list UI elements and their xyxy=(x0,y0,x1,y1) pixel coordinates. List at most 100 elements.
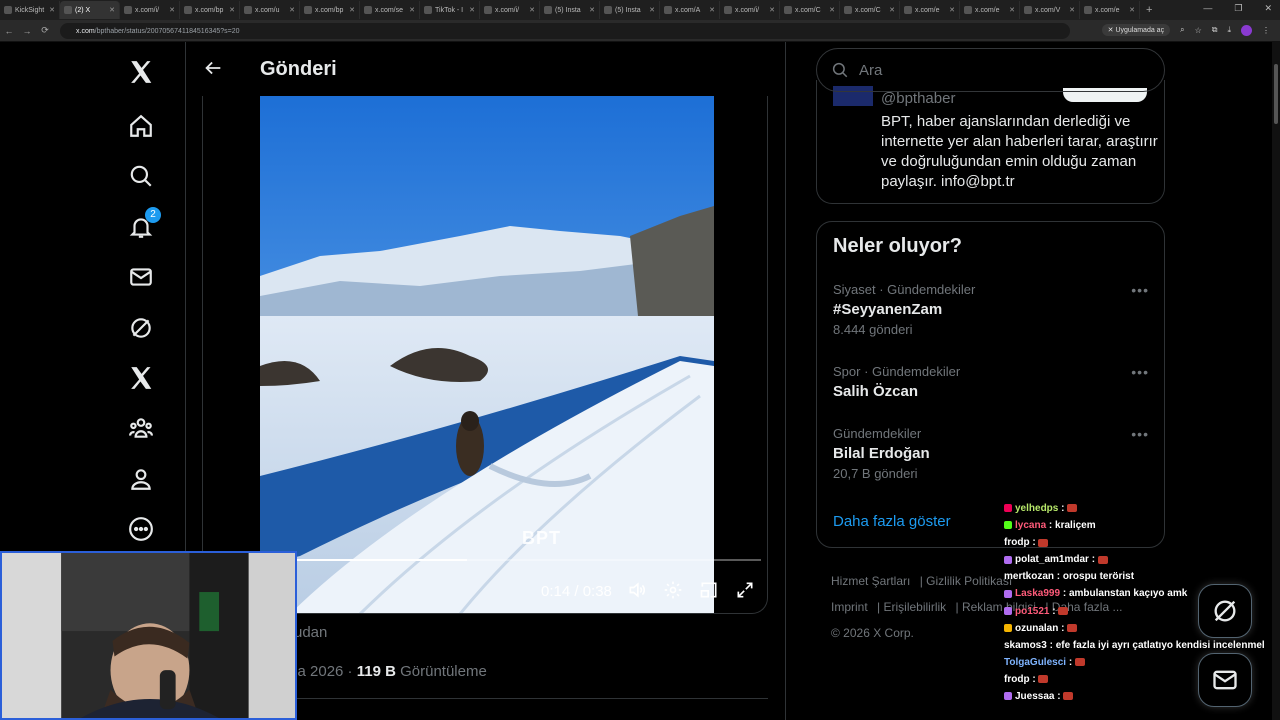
browser-tab[interactable]: x.com/C ✕ xyxy=(840,1,900,19)
home-icon[interactable] xyxy=(127,112,155,140)
trend-more-icon[interactable]: ••• xyxy=(1131,364,1149,380)
search-box[interactable] xyxy=(816,48,1165,92)
footer-link[interactable]: Imprint xyxy=(831,600,868,614)
browser-tab[interactable]: x.com/u ✕ xyxy=(240,1,300,19)
trend-item[interactable]: Gündemdekiler Bilal Erdoğan 20,7 B gönde… xyxy=(833,426,1149,481)
x-logo-icon[interactable] xyxy=(127,58,155,86)
tab-close-icon[interactable]: ✕ xyxy=(349,6,355,14)
page-scrollbar[interactable] xyxy=(1272,42,1280,720)
notifications-bell-icon[interactable]: 2 xyxy=(127,207,161,241)
browser-tab[interactable]: x.com/e ✕ xyxy=(1080,1,1140,19)
browser-tab[interactable]: x.com/bp ✕ xyxy=(180,1,240,19)
video-container[interactable]: BPT 0:14 / 0:38 xyxy=(202,96,768,614)
trend-item[interactable]: Siyaset · Gündemdekiler #SeyyanenZam 8.4… xyxy=(833,282,1149,337)
zoom-icon[interactable]: ⌕ xyxy=(1180,25,1184,35)
tab-close-icon[interactable]: ✕ xyxy=(889,6,895,14)
browser-tab[interactable]: x.com/bp ✕ xyxy=(300,1,360,19)
browser-tab[interactable]: TikTok - I ✕ xyxy=(420,1,480,19)
browser-tab[interactable]: (2) X ✕ xyxy=(60,1,120,19)
footer-link[interactable]: Gizlilik Politikası xyxy=(926,574,1012,588)
tab-close-icon[interactable]: ✕ xyxy=(1009,6,1015,14)
video-player[interactable]: BPT xyxy=(260,96,714,613)
explore-search-icon[interactable] xyxy=(127,162,155,190)
chat-username[interactable]: Laska999 xyxy=(1015,588,1060,599)
chat-username[interactable]: ozunalan xyxy=(1015,623,1058,634)
browser-tab[interactable]: x.com/i/ ✕ xyxy=(120,1,180,19)
chat-username[interactable]: lycana xyxy=(1015,520,1046,531)
search-input[interactable] xyxy=(859,61,1139,79)
browser-tab[interactable]: x.com/V ✕ xyxy=(1020,1,1080,19)
tab-close-icon[interactable]: ✕ xyxy=(409,6,415,14)
url-input[interactable]: x.com/bpthaber/status/200705674118451634… xyxy=(60,23,1070,39)
reload-icon[interactable]: ⟳ xyxy=(36,25,54,36)
tab-close-icon[interactable]: ✕ xyxy=(649,6,655,14)
tab-close-icon[interactable]: ✕ xyxy=(1069,6,1075,14)
new-tab-button[interactable]: + xyxy=(1146,4,1152,16)
forward-nav-icon[interactable]: → xyxy=(18,26,36,36)
video-progress-bar[interactable] xyxy=(295,559,761,561)
tab-close-icon[interactable]: ✕ xyxy=(229,6,235,14)
tab-close-icon[interactable]: ✕ xyxy=(589,6,595,14)
trend-item[interactable]: Spor · Gündemdekiler Salih Özcan ••• xyxy=(833,364,1149,400)
profile-person-icon[interactable] xyxy=(127,465,155,493)
bookmark-star-icon[interactable]: ☆ xyxy=(1195,26,1202,35)
footer-link[interactable]: Hizmet Şartları xyxy=(831,574,910,588)
chat-username[interactable]: frodp xyxy=(1004,674,1030,685)
chat-username[interactable]: yelhedps xyxy=(1015,503,1058,514)
fullscreen-icon[interactable] xyxy=(735,580,757,602)
open-in-app-button[interactable]: ✕ Uygulamada aç xyxy=(1101,24,1171,36)
minimize-icon[interactable]: — xyxy=(1203,3,1212,14)
browser-tab[interactable]: x.com/e ✕ xyxy=(960,1,1020,19)
browser-tab[interactable]: x.com/A ✕ xyxy=(660,1,720,19)
show-more-link[interactable]: Daha fazla göster xyxy=(833,513,951,530)
tab-close-icon[interactable]: ✕ xyxy=(709,6,715,14)
chat-username[interactable]: polat_am1mdar xyxy=(1015,554,1089,565)
download-icon[interactable]: ⤓ xyxy=(1227,25,1231,35)
tab-close-icon[interactable]: ✕ xyxy=(469,6,475,14)
tab-close-icon[interactable]: ✕ xyxy=(829,6,835,14)
back-arrow-icon[interactable] xyxy=(202,57,226,81)
tab-close-icon[interactable]: ✕ xyxy=(529,6,535,14)
browser-tab[interactable]: x.com/se ✕ xyxy=(360,1,420,19)
extensions-icon[interactable]: ⧉ xyxy=(1212,25,1218,35)
chat-username[interactable]: mertkozan xyxy=(1004,571,1054,582)
tab-close-icon[interactable]: ✕ xyxy=(769,6,775,14)
grok-floating-button[interactable] xyxy=(1198,584,1252,638)
tab-close-icon[interactable]: ✕ xyxy=(169,6,175,14)
messages-envelope-icon[interactable] xyxy=(127,263,155,291)
trend-more-icon[interactable]: ••• xyxy=(1131,282,1149,298)
volume-icon[interactable] xyxy=(627,580,649,602)
browser-tab[interactable]: x.com/e ✕ xyxy=(900,1,960,19)
chat-username[interactable]: skamos3 xyxy=(1004,640,1047,651)
communities-icon[interactable] xyxy=(127,414,155,442)
browser-menu-icon[interactable]: ⋮ xyxy=(1262,26,1270,35)
close-window-icon[interactable]: ✕ xyxy=(1264,3,1272,14)
premium-x-icon[interactable] xyxy=(127,364,155,392)
profile-avatar[interactable] xyxy=(1241,24,1252,36)
restore-icon[interactable]: ❐ xyxy=(1234,3,1242,14)
trend-more-icon[interactable]: ••• xyxy=(1131,426,1149,442)
chat-username[interactable]: frodp xyxy=(1004,537,1030,548)
browser-tab[interactable]: (5) Insta ✕ xyxy=(600,1,660,19)
browser-tab[interactable]: KickSight ✕ xyxy=(0,1,60,19)
grok-icon[interactable] xyxy=(127,314,155,342)
back-nav-icon[interactable]: ← xyxy=(0,26,18,36)
more-options-icon[interactable] xyxy=(127,515,155,543)
scrollbar-thumb[interactable] xyxy=(1274,64,1278,124)
chat-username[interactable]: Juessaa xyxy=(1015,691,1054,702)
browser-tab[interactable]: (5) Insta ✕ xyxy=(540,1,600,19)
picture-in-picture-icon[interactable] xyxy=(699,580,721,602)
tab-close-icon[interactable]: ✕ xyxy=(289,6,295,14)
footer-link[interactable]: Erişilebilirlik xyxy=(883,600,946,614)
browser-tab[interactable]: x.com/C ✕ xyxy=(780,1,840,19)
chat-username[interactable]: TolgaGulesci xyxy=(1004,657,1066,668)
browser-tab[interactable]: x.com/i/ ✕ xyxy=(720,1,780,19)
chat-username[interactable]: po1521 xyxy=(1015,606,1049,617)
tab-close-icon[interactable]: ✕ xyxy=(109,6,115,14)
settings-gear-icon[interactable] xyxy=(663,580,685,602)
tab-close-icon[interactable]: ✕ xyxy=(949,6,955,14)
browser-tab[interactable]: x.com/i/ ✕ xyxy=(480,1,540,19)
messages-floating-button[interactable] xyxy=(1198,653,1252,707)
tab-close-icon[interactable]: ✕ xyxy=(1129,6,1135,14)
profile-card-handle[interactable]: @bpthaber xyxy=(881,90,955,107)
